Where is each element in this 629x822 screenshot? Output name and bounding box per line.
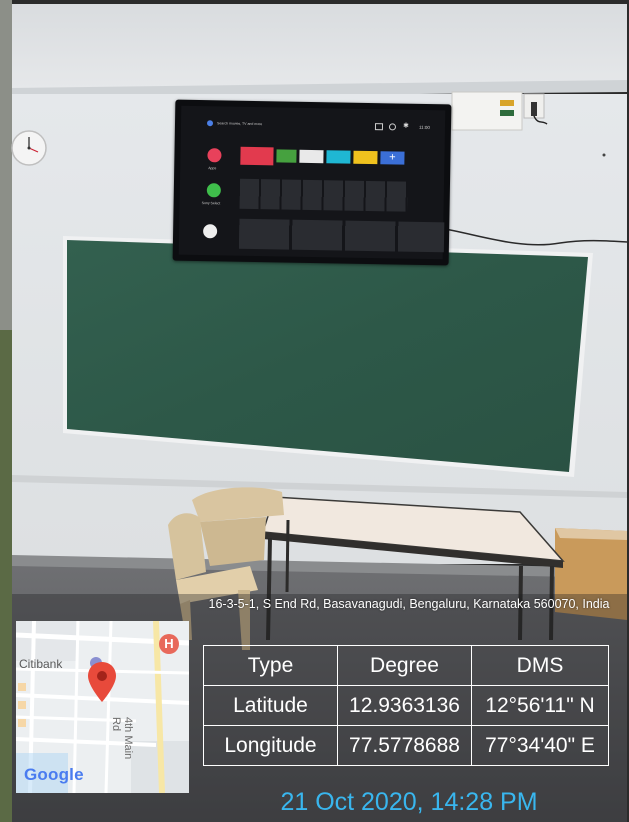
location-pin-icon	[88, 662, 116, 702]
tv-settings-icon: ✱	[402, 122, 409, 130]
tv-content-row	[239, 178, 409, 212]
photo-scene: Search movies, TV and more 11:00 ✱ Apps …	[0, 0, 629, 822]
longitude-label: Longitude	[203, 725, 338, 766]
coordinates-table: Type Degree DMS Latitude 12.9363136 12°5…	[203, 645, 609, 766]
table-header-type: Type	[203, 645, 338, 686]
map-label-road: 4th Main Rd	[110, 717, 134, 760]
latitude-label: Latitude	[203, 685, 338, 726]
tv-tile-app	[326, 150, 351, 164]
tv-home-icon	[203, 224, 218, 239]
tv-tile-app	[299, 149, 324, 164]
table-header-dms: DMS	[471, 645, 609, 686]
table-header-degree: Degree	[337, 645, 472, 686]
tv-tile-app	[353, 150, 378, 165]
table-row: Latitude 12.9363136 12°56'11" N	[203, 685, 609, 726]
map-thumbnail: H Citibank 4th Main Rd Google	[16, 621, 189, 793]
location-address: 16-3-5-1, S End Rd, Basavanagudi, Bengal…	[208, 597, 610, 611]
tv-store-icon	[206, 183, 221, 198]
tv-tile-app	[276, 149, 297, 163]
photo-timestamp: 21 Oct 2020, 14:28 PM	[280, 788, 538, 816]
tv-add-tile: +	[380, 151, 405, 165]
latitude-dms: 12°56'11" N	[471, 685, 609, 726]
tv-store-label: Sony Select	[201, 201, 221, 206]
tv-tile-live	[240, 146, 274, 166]
tv-timer-icon	[388, 123, 397, 131]
tv-time: 11:00	[418, 124, 430, 131]
hospital-marker-icon: H	[159, 634, 179, 654]
tv-mic-icon	[206, 120, 214, 127]
latitude-degree: 12.9363136	[337, 685, 472, 726]
tv-apps-icon	[207, 148, 222, 163]
wall-clock	[11, 130, 47, 166]
wall-tv: Search movies, TV and more 11:00 ✱ Apps …	[172, 99, 452, 266]
table-row: Longitude 77.5778688 77°34'40" E	[203, 725, 609, 766]
tv-content-row	[238, 218, 445, 253]
google-logo: Google	[24, 765, 84, 784]
longitude-dms: 77°34'40" E	[471, 725, 609, 766]
map-label-bank: Citibank	[19, 657, 63, 671]
tv-apps-label: Apps	[208, 166, 217, 171]
tv-search-hint: Search movies, TV and more	[216, 121, 263, 127]
table-header-row: Type Degree DMS	[203, 645, 609, 686]
tv-input-icon	[374, 123, 384, 131]
longitude-degree: 77.5778688	[337, 725, 472, 766]
tv-screen: Search movies, TV and more 11:00 ✱ Apps …	[178, 105, 446, 260]
